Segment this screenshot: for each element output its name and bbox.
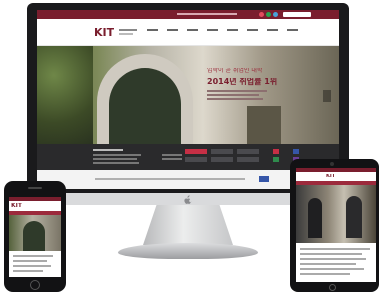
photo-person (308, 198, 322, 238)
home-button-icon[interactable] (30, 280, 40, 290)
phone-speaker (28, 187, 42, 189)
home-button-icon[interactable] (329, 284, 336, 291)
quick-link-button[interactable] (185, 149, 207, 154)
tree-photo (37, 46, 93, 144)
photo-detail (247, 106, 281, 144)
mobile-text-placeholder (13, 270, 43, 272)
mobile-logo[interactable]: KIT (11, 203, 22, 209)
hero-text-placeholder (207, 98, 263, 100)
service-icon[interactable] (273, 149, 279, 154)
monitor-stand-base (118, 243, 258, 259)
site-top-bar (37, 10, 339, 19)
nav-item[interactable] (147, 29, 158, 31)
mobile-text-placeholder (13, 260, 47, 262)
nav-item[interactable] (187, 29, 198, 31)
ticker-badge[interactable] (259, 176, 269, 182)
logo-subtitle-placeholder (119, 29, 137, 31)
apple-logo-icon (184, 195, 192, 204)
social-icon[interactable] (259, 12, 264, 17)
tablet-camera (330, 162, 334, 166)
nav-item[interactable] (207, 29, 218, 31)
notice-title-placeholder (93, 149, 123, 151)
tablet-top-bar (296, 168, 376, 172)
nav-item[interactable] (167, 29, 178, 31)
notice-date (162, 158, 182, 160)
site-logo[interactable]: KIT (94, 27, 114, 38)
monitor-stand-neck (143, 205, 233, 245)
nav-item[interactable] (227, 29, 238, 31)
hero-text-placeholder (207, 94, 259, 96)
nav-item[interactable] (247, 29, 258, 31)
mobile-top-bar (9, 197, 61, 201)
tablet-website-screen: KIT (296, 168, 376, 282)
site-nav: KIT (37, 19, 339, 46)
ticker-text-placeholder (95, 178, 245, 180)
mobile-website-screen: KIT (9, 197, 61, 277)
quick-link-button[interactable] (211, 157, 233, 162)
notice-date (162, 154, 182, 156)
search-input[interactable] (283, 12, 311, 17)
tablet-text-placeholder (300, 253, 362, 255)
quick-link-button[interactable] (237, 149, 259, 154)
tablet-text-placeholder (300, 248, 370, 250)
mobile-text-placeholder (13, 265, 51, 267)
tablet-text-placeholder (300, 258, 366, 260)
nav-item[interactable] (267, 29, 278, 31)
mobile-arch (23, 221, 45, 251)
notice-line[interactable] (93, 162, 139, 164)
photo-person (346, 196, 362, 238)
hero-text-placeholder (207, 90, 267, 92)
slider-next-arrow[interactable] (323, 90, 331, 102)
tablet-text-placeholder (300, 268, 364, 270)
top-links-placeholder (177, 13, 237, 15)
quick-link-button[interactable] (211, 149, 233, 154)
social-icon[interactable] (266, 12, 271, 17)
quick-link-button[interactable] (237, 157, 259, 162)
service-icon[interactable] (293, 149, 299, 154)
quick-link-button[interactable] (185, 157, 207, 162)
arch-opening (109, 68, 181, 144)
hero-subheadline: 2014년 취업률 1위 (207, 78, 278, 86)
service-icon[interactable] (273, 157, 279, 162)
tablet-text-placeholder (300, 263, 356, 265)
logo-subtitle-placeholder (119, 33, 133, 35)
tablet-logo[interactable]: KIT (326, 174, 335, 179)
mobile-text-placeholder (13, 255, 53, 257)
hero-headline: 입학이 곧 취업인 대학 (207, 68, 263, 74)
tablet-text-placeholder (300, 273, 350, 275)
hero-banner: 입학이 곧 취업인 대학 2014년 취업률 1위 (37, 46, 339, 144)
nav-item[interactable] (287, 29, 298, 31)
notice-line[interactable] (93, 154, 141, 156)
notice-line[interactable] (93, 158, 137, 160)
social-icon[interactable] (273, 12, 278, 17)
